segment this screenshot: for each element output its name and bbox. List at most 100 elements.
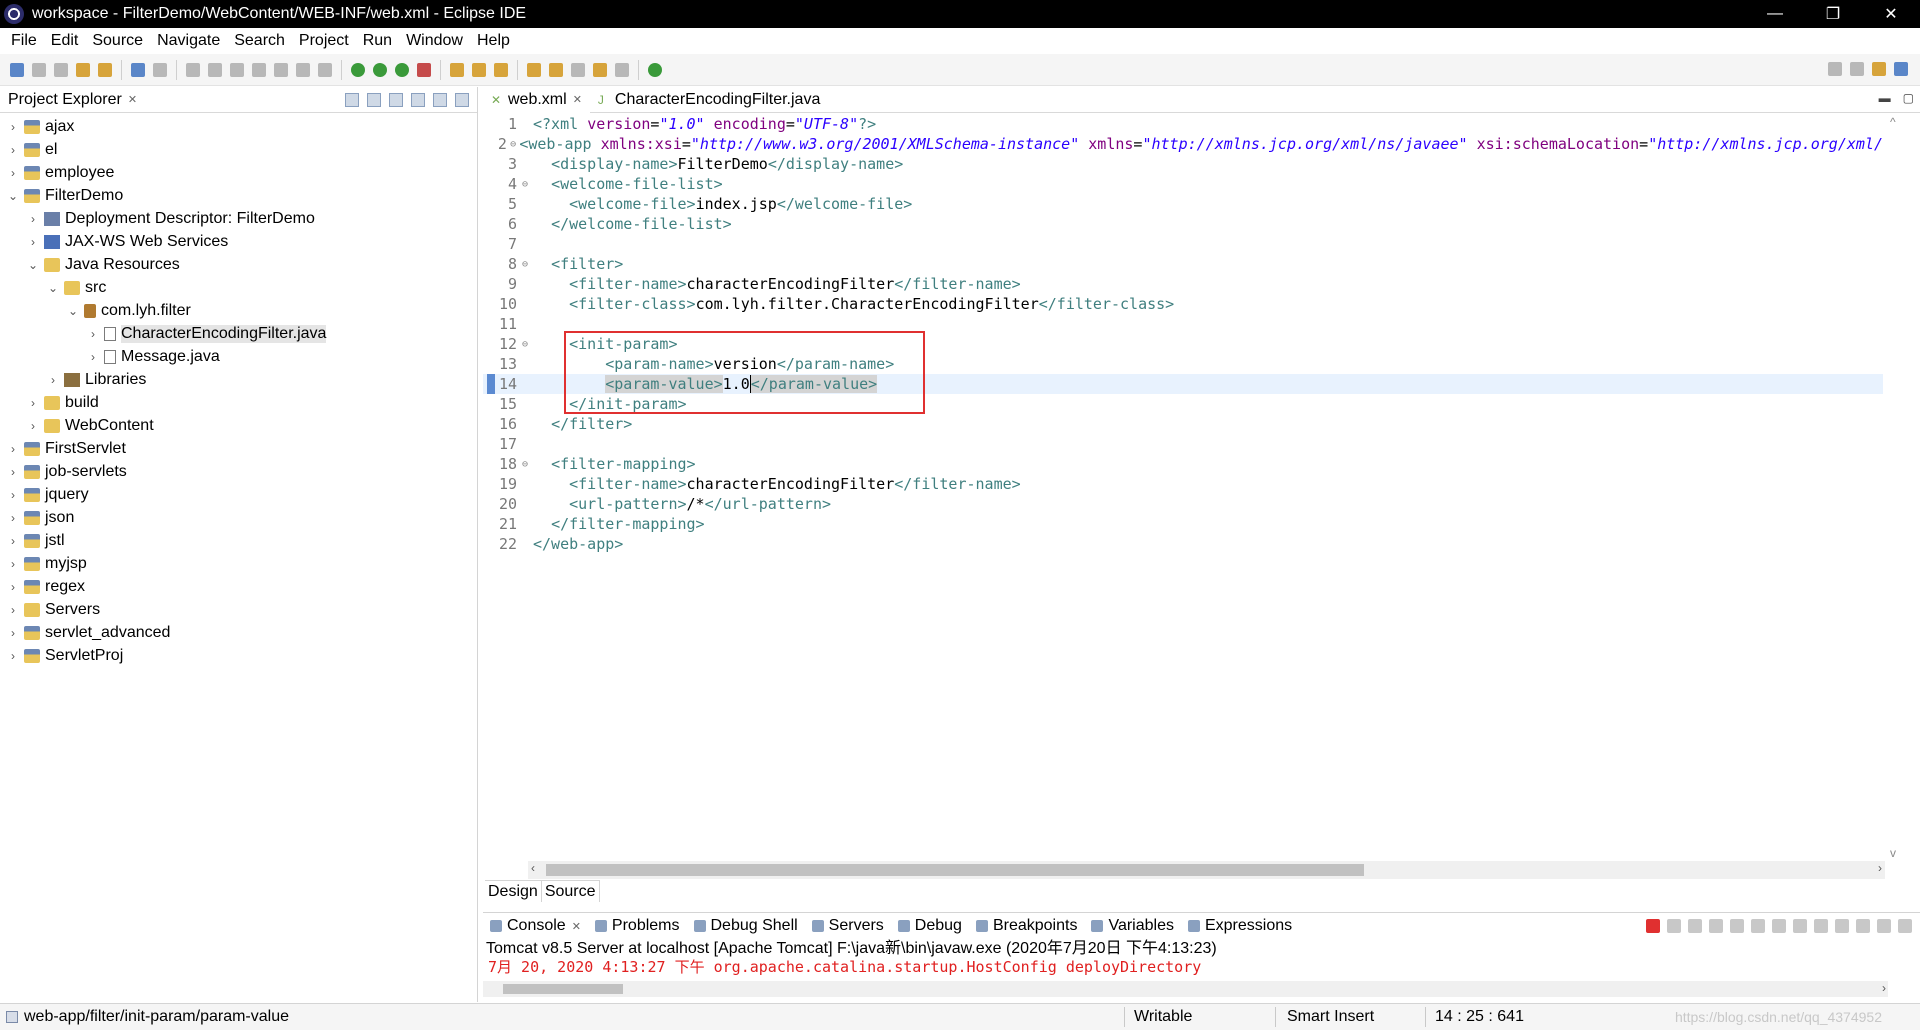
show-on-error-icon[interactable] (1793, 919, 1807, 933)
chevron-right-icon[interactable]: › (6, 465, 20, 479)
tree-item[interactable]: › el (0, 138, 477, 161)
tree-item[interactable]: ⌄ src (0, 276, 477, 299)
debug-perspective-icon[interactable] (1894, 62, 1908, 76)
tree-item[interactable]: › json (0, 506, 477, 529)
tree-item[interactable]: › Deployment Descriptor: FilterDemo (0, 207, 477, 230)
scrollbar-thumb[interactable] (546, 864, 1364, 876)
disconnect-icon[interactable] (252, 62, 266, 77)
back-icon[interactable] (593, 62, 607, 77)
code-line[interactable]: 22 </web-app> (483, 534, 1883, 554)
chevron-right-icon[interactable]: › (6, 120, 20, 134)
chevron-right-icon[interactable]: › (46, 373, 60, 387)
chevron-right-icon[interactable]: › (6, 557, 20, 571)
tree-item[interactable]: › regex (0, 575, 477, 598)
menu-window[interactable]: Window (399, 32, 470, 50)
menu-navigate[interactable]: Navigate (150, 32, 227, 50)
debug-icon[interactable] (351, 62, 365, 77)
menu-source[interactable]: Source (85, 32, 150, 50)
new-icon[interactable] (10, 62, 24, 77)
print-icon[interactable] (76, 62, 90, 77)
forward-icon[interactable] (615, 62, 629, 77)
tree-item[interactable]: › job-servlets (0, 460, 477, 483)
code-line[interactable]: 19 <filter-name>characterEncodingFilter<… (483, 474, 1883, 494)
maximize-icon[interactable] (1898, 919, 1912, 933)
tree-item[interactable]: › jstl (0, 529, 477, 552)
tab-debug[interactable]: Debug (891, 913, 969, 939)
chevron-right-icon[interactable]: › (6, 442, 20, 456)
chevron-right-icon[interactable]: › (6, 626, 20, 640)
code-line[interactable]: 5 <welcome-file>index.jsp</welcome-file> (483, 194, 1883, 214)
tab-web-xml[interactable]: ✕ web.xml ✕ (483, 86, 590, 113)
chevron-right-icon[interactable]: › (6, 603, 20, 617)
fold-toggle-icon[interactable]: ⊖ (509, 139, 517, 150)
tree-item[interactable]: › FirstServlet (0, 437, 477, 460)
menu-project[interactable]: Project (292, 32, 356, 50)
menu-edit[interactable]: Edit (44, 32, 86, 50)
code-line[interactable]: 21 </filter-mapping> (483, 514, 1883, 534)
word-wrap-icon[interactable] (1751, 919, 1765, 933)
resume-icon[interactable] (186, 62, 200, 77)
minimize-icon[interactable]: ▬ (1879, 91, 1891, 105)
chevron-down-icon[interactable]: ⌄ (66, 304, 80, 318)
terminal-icon[interactable] (131, 62, 145, 77)
chevron-right-icon[interactable]: › (6, 580, 20, 594)
chevron-right-icon[interactable]: › (6, 488, 20, 502)
remove-all-icon[interactable] (1688, 919, 1702, 933)
tree-item[interactable]: › Servers (0, 598, 477, 621)
view-menu-icon[interactable] (411, 93, 425, 107)
code-line[interactable]: 6 </welcome-file-list> (483, 214, 1883, 234)
tree-item[interactable]: › ajax (0, 115, 477, 138)
search-icon[interactable] (1828, 62, 1842, 76)
source-editor[interactable]: 1 <?xml version="1.0" encoding="UTF-8"?> 2… (483, 114, 1883, 844)
menu-search[interactable]: Search (227, 32, 292, 50)
chevron-right-icon[interactable]: › (26, 235, 40, 249)
code-line[interactable]: 2 ⊖ <web-app xmlns:xsi="http://www.w3.org/… (483, 134, 1883, 154)
minimize-icon[interactable] (433, 93, 447, 107)
editor-vertical-scrollbar[interactable]: ^ v (1887, 115, 1905, 860)
tree-item[interactable]: ⌄ Java Resources (0, 253, 477, 276)
scroll-lock-icon[interactable] (1730, 919, 1744, 933)
menu-help[interactable]: Help (470, 32, 517, 50)
tree-item[interactable]: › WebContent (0, 414, 477, 437)
step-over-icon[interactable] (296, 62, 310, 77)
editor-horizontal-scrollbar[interactable]: ‹ › (528, 861, 1885, 879)
code-line[interactable]: 7 (483, 234, 1883, 254)
maximize-icon[interactable]: ▢ (1903, 91, 1914, 105)
fold-toggle-icon[interactable]: ⊖ (519, 179, 531, 190)
chevron-right-icon[interactable]: › (26, 419, 40, 433)
step-into-icon[interactable] (274, 62, 288, 77)
code-line[interactable]: 4 ⊖ <welcome-file-list> (483, 174, 1883, 194)
tree-item[interactable]: ⌄ com.lyh.filter (0, 299, 477, 322)
tree-item[interactable]: › employee (0, 161, 477, 184)
code-line[interactable]: 17 (483, 434, 1883, 454)
tab-debug-shell[interactable]: Debug Shell (687, 913, 805, 939)
code-line[interactable]: 8 ⊖ <filter> (483, 254, 1883, 274)
scroll-down-icon[interactable]: v (1890, 846, 1896, 860)
chevron-right-icon[interactable]: › (86, 327, 100, 341)
search-tool-icon[interactable] (494, 62, 508, 77)
scroll-right-icon[interactable]: › (1882, 981, 1886, 995)
minimize-button[interactable]: — (1746, 0, 1804, 28)
pin-console-icon[interactable] (1814, 919, 1828, 933)
tree-item[interactable]: › JAX-WS Web Services (0, 230, 477, 253)
console-horizontal-scrollbar[interactable]: › (483, 981, 1888, 997)
tab-servers[interactable]: Servers (805, 913, 891, 939)
close-icon[interactable]: ✕ (573, 93, 582, 106)
next-annotation-icon[interactable] (527, 62, 541, 77)
save-icon[interactable] (32, 62, 46, 77)
skip-breakpoints-icon[interactable] (153, 62, 167, 77)
show-on-output-icon[interactable] (1772, 919, 1786, 933)
chevron-down-icon[interactable]: ⌄ (26, 258, 40, 272)
chevron-right-icon[interactable]: › (6, 649, 20, 663)
coverage-icon[interactable] (395, 62, 409, 77)
previous-annotation-icon[interactable] (549, 62, 563, 77)
tab-variables[interactable]: Variables (1084, 913, 1181, 939)
collapse-all-icon[interactable] (345, 93, 359, 107)
menu-file[interactable]: File (4, 32, 44, 50)
menu-run[interactable]: Run (356, 32, 399, 50)
terminate-icon[interactable] (230, 62, 244, 77)
chevron-right-icon[interactable]: › (6, 166, 20, 180)
tree-item[interactable]: › ServletProj (0, 644, 477, 667)
scroll-left-icon[interactable]: ‹ (531, 861, 535, 875)
chevron-down-icon[interactable]: ⌄ (6, 189, 20, 203)
